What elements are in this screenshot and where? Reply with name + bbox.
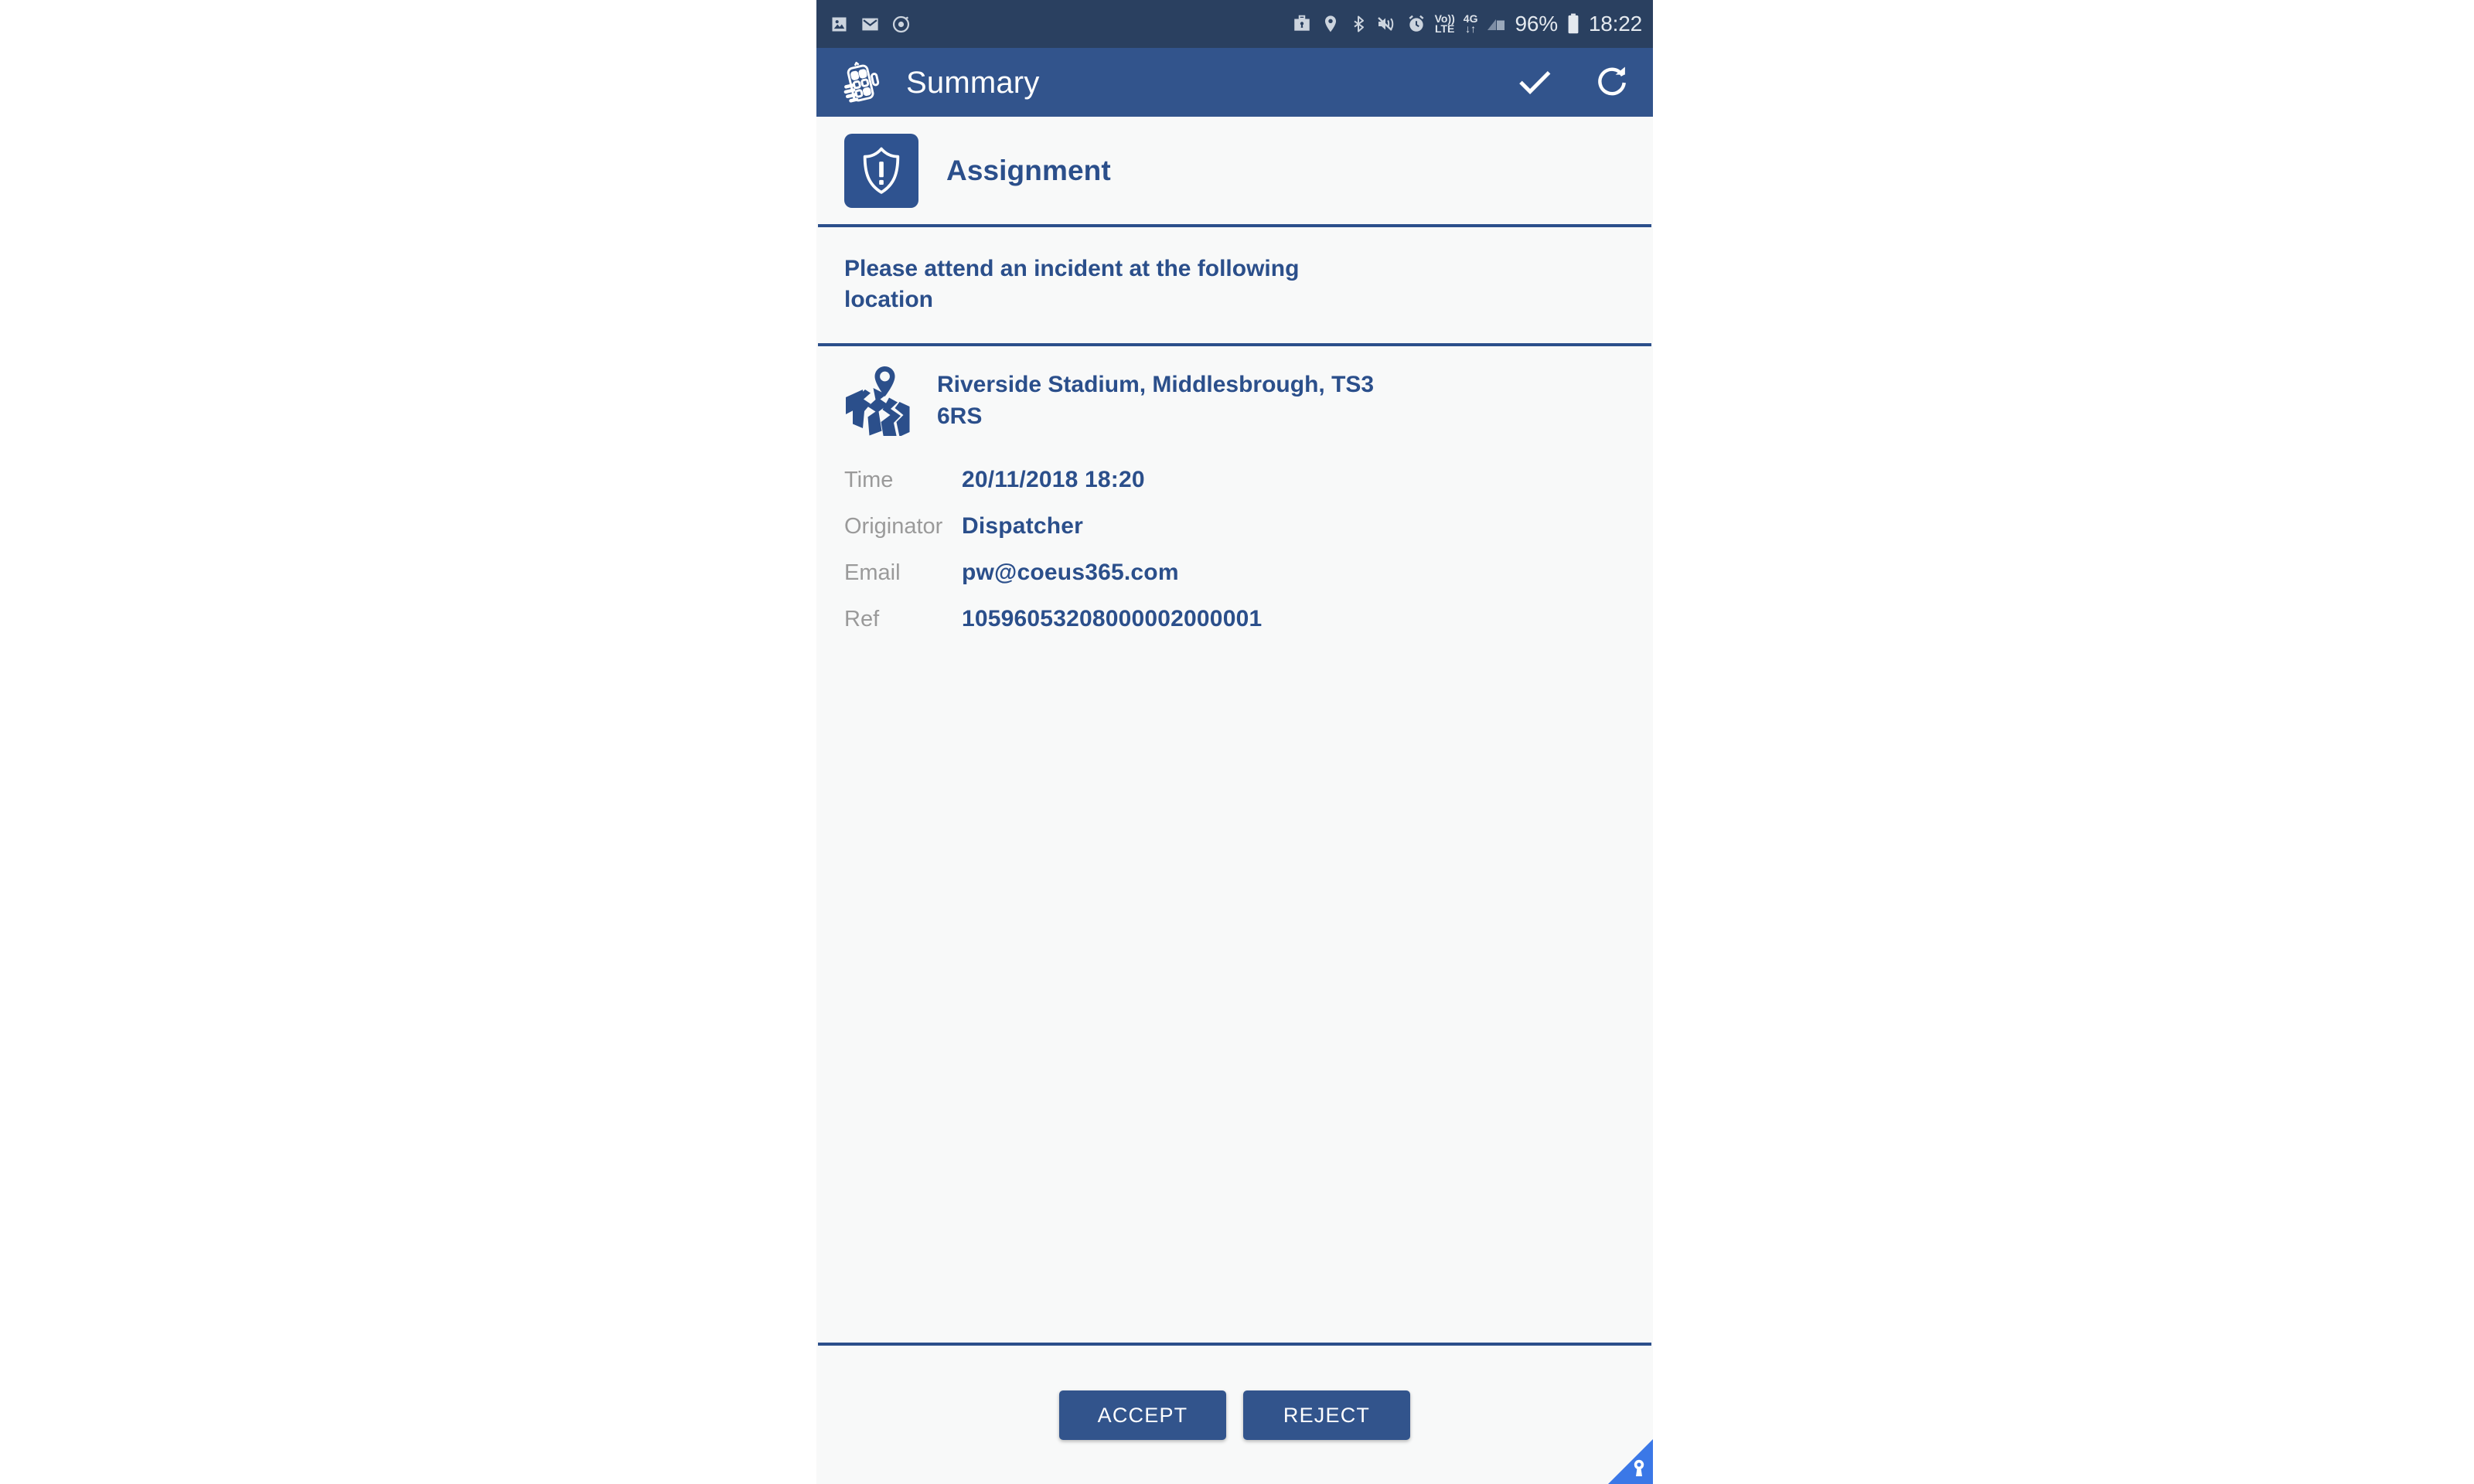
footer: ACCEPT REJECT [816, 1343, 1653, 1484]
refresh-icon [1598, 66, 1626, 95]
bluetooth-icon [1354, 15, 1364, 32]
reject-button[interactable]: REJECT [1243, 1390, 1410, 1440]
status-bar-right-icons: Vo)) LTE 4G ↓↑ 96% 18:22 [1292, 13, 1642, 35]
details-list: Time 20/11/2018 18:20 Originator Dispatc… [844, 467, 1625, 652]
app-bar-title: Summary [906, 65, 1040, 100]
detail-value-originator: Dispatcher [962, 513, 1084, 539]
keyhole-icon [1634, 1459, 1644, 1476]
volte-indicator: Vo)) LTE [1434, 13, 1455, 35]
battery-percentage: 96% [1515, 12, 1558, 36]
detail-row-ref: Ref 10596053208000002000001 [844, 606, 1625, 652]
app-bar: Summary [816, 48, 1653, 117]
detail-row-originator: Originator Dispatcher [844, 513, 1625, 560]
detail-label-email: Email [844, 560, 901, 586]
hand-holding-device-logo-icon [843, 61, 880, 103]
alarm-ring-icon [892, 15, 910, 32]
shield-alert-icon [863, 147, 900, 194]
email-icon [862, 18, 878, 30]
assignment-header: Assignment [816, 117, 1653, 224]
location-row[interactable]: Riverside Stadium, Middlesbrough, TS3 6R… [844, 362, 1625, 437]
data-transfer-arrows: ↓↑ [1465, 22, 1477, 35]
app-bar-actions [1514, 62, 1633, 104]
location-pin-icon [1324, 15, 1336, 32]
work-profile-briefcase-icon [1293, 15, 1310, 31]
screenshot-canvas: Vo)) LTE 4G ↓↑ 96% 18:22 Summary Assignm… [0, 0, 2474, 1484]
footer-action-buttons: ACCEPT REJECT [816, 1346, 1653, 1440]
location-block: Riverside Stadium, Middlesbrough, TS3 6R… [816, 346, 1653, 652]
status-bar-left-icons [829, 14, 912, 35]
detail-label-ref: Ref [844, 607, 880, 632]
detail-value-time: 20/11/2018 18:20 [962, 467, 1145, 493]
map-pin-icon [846, 366, 910, 437]
detail-row-email: Email pw@coeus365.com [844, 560, 1625, 606]
content-area: Assignment Please attend an incident at … [816, 117, 1653, 1484]
volte-bottom-label: LTE [1434, 22, 1455, 35]
detail-value-ref: 10596053208000002000001 [962, 606, 1263, 632]
refresh-button[interactable] [1591, 62, 1633, 104]
detail-row-time: Time 20/11/2018 18:20 [844, 467, 1625, 513]
clock: 18:22 [1588, 12, 1642, 36]
assignment-title: Assignment [946, 154, 1111, 186]
alarm-clock-icon [1409, 15, 1424, 32]
accept-button[interactable]: ACCEPT [1059, 1390, 1226, 1440]
instruction-text: Please attend an incident at the followi… [844, 256, 1300, 313]
location-address: Riverside Stadium, Middlesbrough, TS3 6R… [937, 372, 1375, 429]
signal-bars-icon [1487, 19, 1505, 30]
status-bar: Vo)) LTE 4G ↓↑ 96% 18:22 [816, 0, 1653, 48]
confirm-button[interactable] [1514, 62, 1556, 104]
detail-value-email[interactable]: pw@coeus365.com [962, 560, 1179, 586]
instruction-block: Please attend an incident at the followi… [816, 227, 1653, 343]
phone-screen: Vo)) LTE 4G ↓↑ 96% 18:22 Summary Assignm… [816, 0, 1653, 1484]
network-type-indicator: 4G ↓↑ [1464, 13, 1478, 35]
keyhole-corner-badge[interactable] [1608, 1439, 1653, 1484]
detail-label-time: Time [844, 468, 894, 493]
image-icon [832, 17, 847, 31]
mute-vibrate-icon [1377, 17, 1393, 31]
battery-icon [1568, 13, 1579, 34]
assignment-badge [844, 133, 918, 208]
check-icon [1519, 70, 1551, 94]
detail-label-originator: Originator [844, 514, 943, 539]
